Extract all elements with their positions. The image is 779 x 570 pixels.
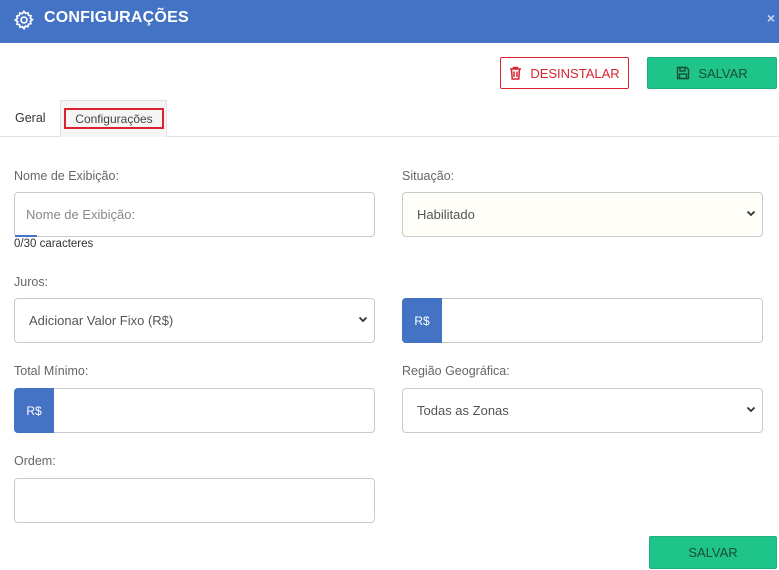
footer-save-label: SALVAR (688, 545, 738, 560)
save-label: SALVAR (698, 65, 748, 81)
character-counter: 0/30 caracteres (14, 238, 94, 250)
close-icon[interactable]: × (767, 10, 775, 26)
gear-icon (13, 9, 34, 31)
interest-label: Juros: (14, 275, 49, 289)
interest-value: Adicionar Valor Fixo (R$) (29, 313, 174, 328)
trash-icon (510, 66, 522, 80)
floppy-icon (677, 66, 690, 80)
order-input[interactable] (14, 478, 375, 523)
save-button[interactable]: SALVAR (647, 57, 777, 89)
min-total-input[interactable]: R$ (14, 388, 375, 433)
interest-amount-input[interactable]: R$ (402, 298, 763, 343)
status-value: Habilitado (417, 207, 475, 222)
footer-save-button[interactable]: SALVAR (649, 536, 777, 569)
display-name-placeholder: Nome de Exibição: (26, 207, 136, 222)
display-name-label: Nome de Exibição: (14, 169, 119, 183)
tab-geral[interactable]: Geral (15, 111, 46, 125)
min-total-label: Total Mínimo: (14, 364, 89, 378)
currency-prefix: R$ (402, 298, 442, 343)
region-select[interactable]: Todas as Zonas (402, 388, 763, 433)
tab-configuracoes-label: Configurações (64, 108, 164, 129)
status-select[interactable]: Habilitado (402, 192, 763, 237)
chevron-down-icon (358, 316, 368, 323)
interest-select[interactable]: Adicionar Valor Fixo (R$) (14, 298, 375, 343)
uninstall-button[interactable]: DESINSTALAR (500, 57, 629, 89)
tab-bar: Geral Configurações (0, 100, 779, 137)
input-focus-indicator (15, 235, 37, 237)
display-name-input[interactable]: Nome de Exibição: (14, 192, 375, 237)
currency-prefix: R$ (14, 388, 54, 433)
region-value: Todas as Zonas (417, 403, 509, 418)
uninstall-label: DESINSTALAR (530, 65, 620, 81)
chevron-down-icon (746, 406, 756, 413)
chevron-down-icon (746, 210, 756, 217)
modal-header: CONFIGURAÇÕES × (0, 0, 779, 43)
status-label: Situação: (402, 169, 455, 183)
tab-configuracoes[interactable]: Configurações (60, 100, 167, 137)
order-label: Ordem: (14, 454, 56, 468)
modal-title: CONFIGURAÇÕES (44, 9, 189, 26)
region-label: Região Geográfica: (402, 364, 510, 378)
